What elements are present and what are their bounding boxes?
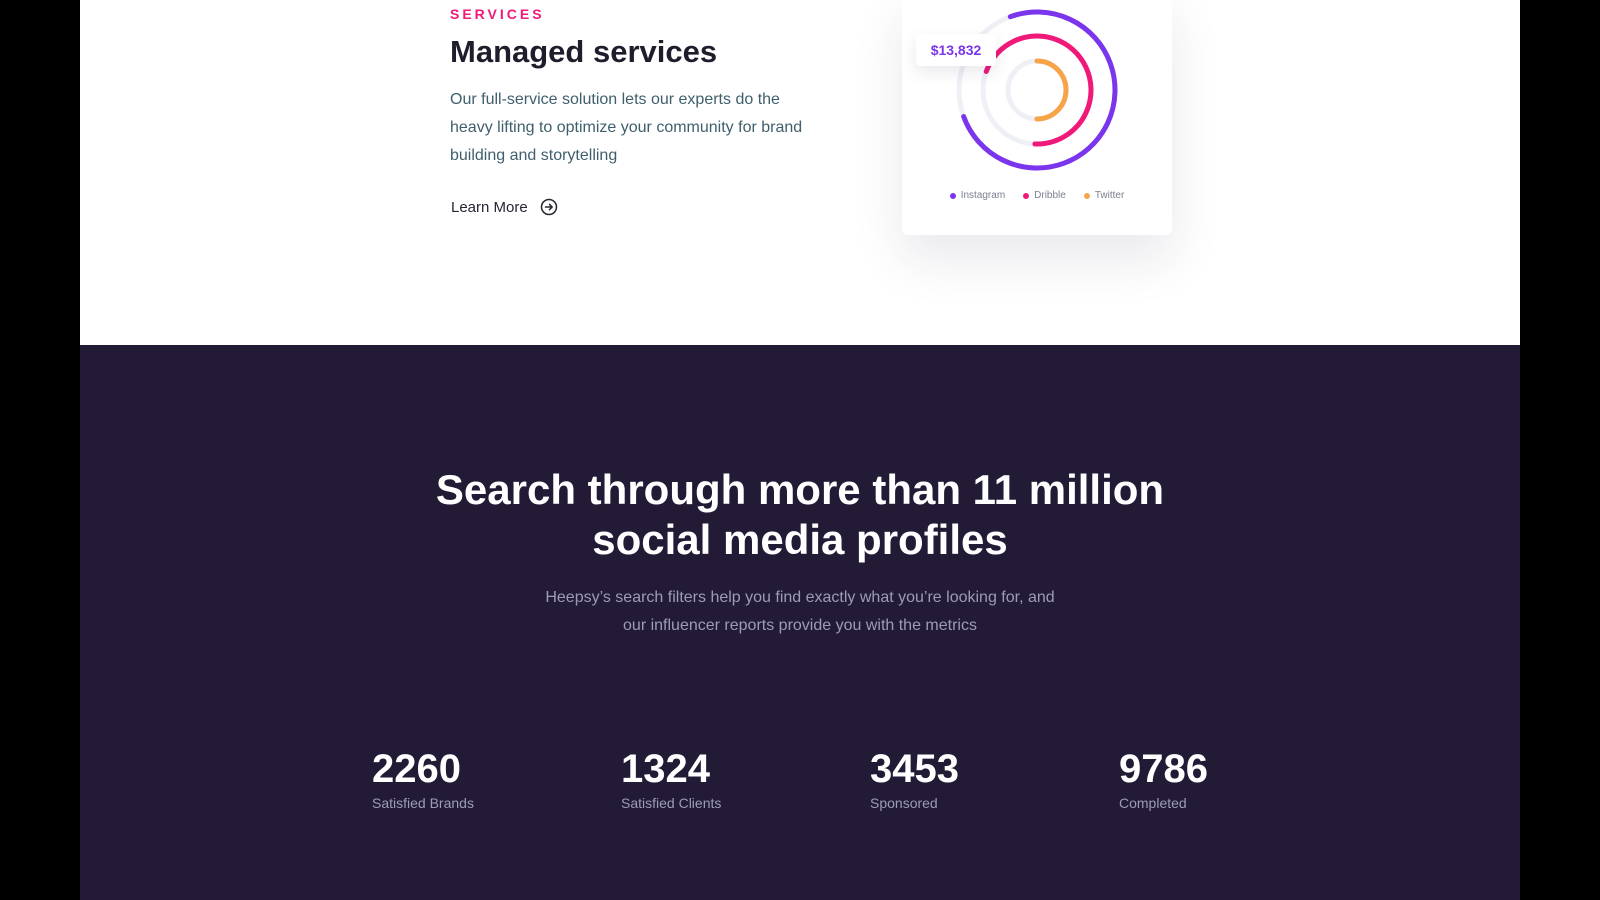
search-headline-line1: Search through more than 11 million (435, 466, 1165, 513)
search-subtitle: Heepsy’s search filters help you find ex… (80, 584, 1520, 640)
legend-label-instagram: Instagram (960, 190, 1006, 201)
stat-sponsored: 3453 Sponsored (870, 745, 1070, 811)
stat-label: Completed (1119, 795, 1187, 811)
services-section: SERVICES Managed services Our full-servi… (80, 0, 1520, 345)
section-description: Our full-service solution lets our exper… (450, 91, 803, 164)
stat-label: Satisfied Brands (372, 795, 474, 811)
stat-value: 9786 (1119, 747, 1208, 791)
stat-label: Sponsored (870, 795, 938, 811)
legend-dot-dribble (1023, 192, 1030, 199)
search-headline: Search through more than 11 million soci… (80, 465, 1520, 565)
search-subtitle-line2: our influencer reports provide you with … (623, 617, 977, 634)
stats-row: 2260 Satisfied Brands 1324 Satisfied Cli… (80, 745, 1520, 825)
price-badge: $13,832 (916, 34, 996, 66)
legend-item-twitter: Twitter (1083, 190, 1125, 201)
legend-dot-instagram (949, 192, 956, 199)
page-frame: SERVICES Managed services Our full-servi… (80, 0, 1520, 900)
learn-more-label: Learn More (451, 198, 528, 216)
chart-legend: Instagram Dribble Twitter (902, 190, 1172, 201)
learn-more-link[interactable]: Learn More (451, 198, 558, 216)
stat-value: 2260 (372, 747, 461, 791)
ring-arc-instagram (956, 9, 1118, 171)
arrow-circle-right-icon (540, 198, 557, 216)
section-title: Managed services (450, 34, 718, 69)
stat-completed: 9786 Completed (1119, 745, 1319, 811)
donut-rings-chart (956, 9, 1118, 171)
legend-dot-twitter (1083, 192, 1090, 199)
legend-label-twitter: Twitter (1094, 190, 1125, 201)
section-eyebrow: SERVICES (450, 6, 545, 22)
legend-item-instagram: Instagram (949, 190, 1006, 201)
legend-label-dribble: Dribble (1034, 190, 1066, 201)
legend-item-dribble: Dribble (1023, 190, 1066, 201)
stat-value: 3453 (870, 747, 959, 791)
stat-satisfied-brands: 2260 Satisfied Brands (372, 745, 572, 811)
stat-label: Satisfied Clients (621, 795, 722, 811)
stat-satisfied-clients: 1324 Satisfied Clients (621, 745, 821, 811)
stat-value: 1324 (621, 747, 710, 791)
search-subtitle-line1: Heepsy’s search filters help you find ex… (545, 589, 1055, 606)
search-headline-line2: social media profiles (592, 516, 1008, 563)
analytics-card: $13,832 Instagram Dribble Twitter (902, 0, 1172, 235)
